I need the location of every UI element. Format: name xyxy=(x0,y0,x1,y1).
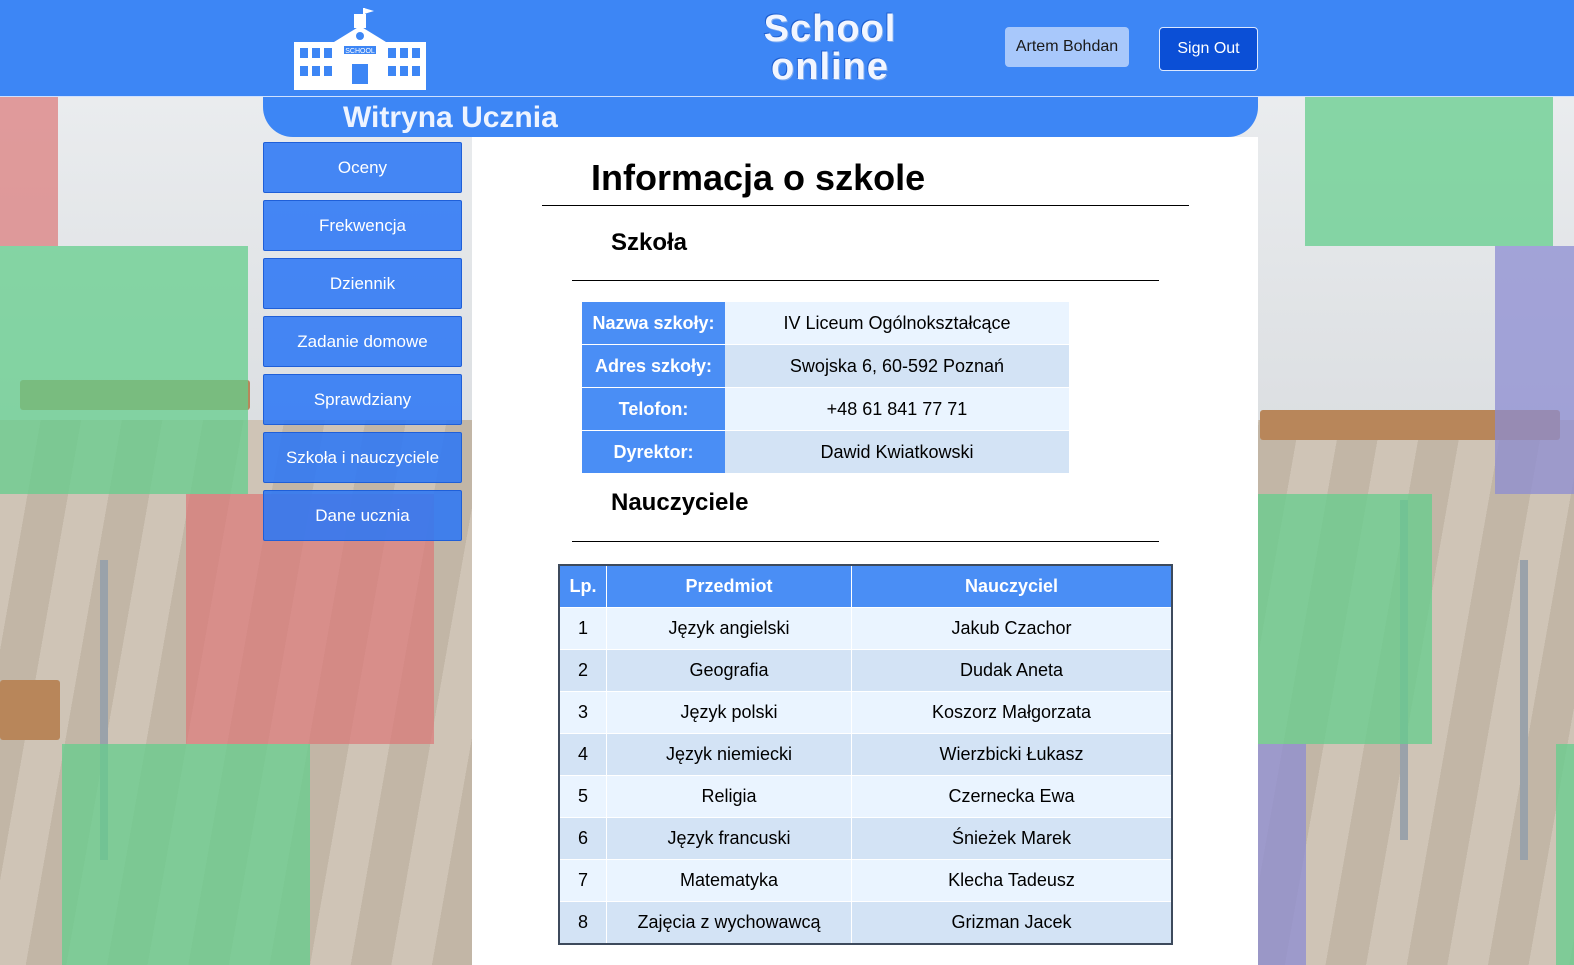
table-row: 5 Religia Czernecka Ewa xyxy=(559,775,1173,818)
main-content: Informacja o szkole Szkoła Nazwa szkoły:… xyxy=(472,137,1258,965)
user-name-button[interactable]: Artem Bohdan xyxy=(1005,27,1129,67)
sidebar-item-dane-ucznia[interactable]: Dane ucznia xyxy=(263,490,462,541)
column-header-subject: Przedmiot xyxy=(606,565,852,608)
top-header: SCHOOL School online Artem Bohdan Sign O… xyxy=(0,0,1574,97)
cell-lp: 1 xyxy=(559,607,607,650)
table-row: 8 Zajęcia z wychowawcą Grizman Jacek xyxy=(559,901,1173,945)
teachers-section-divider xyxy=(572,541,1159,542)
cell-subject: Język polski xyxy=(606,691,852,734)
cell-subject: Język angielski xyxy=(606,607,852,650)
school-address-label: Adres szkoły: xyxy=(582,344,725,388)
sidebar-item-sprawdziany[interactable]: Sprawdziany xyxy=(263,374,462,425)
column-header-lp: Lp. xyxy=(559,565,607,608)
cell-lp: 3 xyxy=(559,691,607,734)
page-title: Informacja o szkole xyxy=(591,157,926,198)
table-row: 2 Geografia Dudak Aneta xyxy=(559,649,1173,692)
school-director-value: Dawid Kwiatkowski xyxy=(725,430,1069,474)
svg-text:SCHOOL: SCHOOL xyxy=(345,48,375,55)
cell-teacher: Śnieżek Marek xyxy=(851,817,1173,860)
school-name-label: Nazwa szkoły: xyxy=(582,302,725,345)
column-header-teacher: Nauczyciel xyxy=(851,565,1173,608)
school-info-table: Nazwa szkoły: IV Liceum Ogólnokształcące… xyxy=(582,302,1069,474)
brand-line-2: online xyxy=(771,46,889,88)
sidebar-item-szkola-i-nauczyciele[interactable]: Szkoła i nauczyciele xyxy=(263,432,462,483)
subheader-bar: Witryna Ucznia xyxy=(263,97,1258,137)
table-row: 3 Język polski Koszorz Małgorzata xyxy=(559,691,1173,734)
school-section-divider xyxy=(572,280,1159,281)
school-phone-value: +48 61 841 77 71 xyxy=(725,387,1069,431)
sidebar-item-frekwencja[interactable]: Frekwencja xyxy=(263,200,462,251)
sidebar-nav: Oceny Frekwencja Dziennik Zadanie domowe… xyxy=(263,142,462,548)
cell-lp: 4 xyxy=(559,733,607,776)
table-row: 1 Język angielski Jakub Czachor xyxy=(559,607,1173,650)
school-building-icon: SCHOOL xyxy=(294,8,426,90)
cell-teacher: Dudak Aneta xyxy=(851,649,1173,692)
cell-teacher: Czernecka Ewa xyxy=(851,775,1173,818)
school-address-value: Swojska 6, 60-592 Poznań xyxy=(725,344,1069,388)
cell-teacher: Jakub Czachor xyxy=(851,607,1173,650)
sidebar-item-oceny[interactable]: Oceny xyxy=(263,142,462,193)
cell-teacher: Wierzbicki Łukasz xyxy=(851,733,1173,776)
cell-teacher: Koszorz Małgorzata xyxy=(851,691,1173,734)
table-row: Dyrektor: Dawid Kwiatkowski xyxy=(582,430,1069,474)
teachers-table: Lp. Przedmiot Nauczyciel 1 Język angiels… xyxy=(558,564,1173,945)
school-name-value: IV Liceum Ogólnokształcące xyxy=(725,302,1069,345)
cell-subject: Geografia xyxy=(606,649,852,692)
cell-subject: Zajęcia z wychowawcą xyxy=(606,901,852,945)
cell-lp: 7 xyxy=(559,859,607,902)
brand-logo: School online xyxy=(740,10,920,86)
school-section-title: Szkoła xyxy=(611,229,688,256)
cell-subject: Język francuski xyxy=(606,817,852,860)
table-header-row: Lp. Przedmiot Nauczyciel xyxy=(559,565,1173,608)
sign-out-button[interactable]: Sign Out xyxy=(1159,27,1258,71)
teachers-section-title: Nauczyciele xyxy=(611,489,749,516)
cell-subject: Matematyka xyxy=(606,859,852,902)
sidebar-item-dziennik[interactable]: Dziennik xyxy=(263,258,462,309)
table-row: Adres szkoły: Swojska 6, 60-592 Poznań xyxy=(582,344,1069,388)
table-row: 7 Matematyka Klecha Tadeusz xyxy=(559,859,1173,902)
cell-subject: Język niemiecki xyxy=(606,733,852,776)
school-director-label: Dyrektor: xyxy=(582,430,725,474)
subheader-title: Witryna Ucznia xyxy=(343,101,558,134)
cell-lp: 8 xyxy=(559,901,607,945)
cell-lp: 2 xyxy=(559,649,607,692)
cell-teacher: Grizman Jacek xyxy=(851,901,1173,945)
cell-teacher: Klecha Tadeusz xyxy=(851,859,1173,902)
brand-line-1: School xyxy=(763,8,897,50)
cell-subject: Religia xyxy=(606,775,852,818)
table-row: 6 Język francuski Śnieżek Marek xyxy=(559,817,1173,860)
sidebar-item-zadanie-domowe[interactable]: Zadanie domowe xyxy=(263,316,462,367)
table-row: Telofon: +48 61 841 77 71 xyxy=(582,387,1069,431)
title-divider xyxy=(542,205,1189,206)
school-phone-label: Telofon: xyxy=(582,387,725,431)
table-row: 4 Język niemiecki Wierzbicki Łukasz xyxy=(559,733,1173,776)
cell-lp: 6 xyxy=(559,817,607,860)
cell-lp: 5 xyxy=(559,775,607,818)
table-row: Nazwa szkoły: IV Liceum Ogólnokształcące xyxy=(582,302,1069,345)
